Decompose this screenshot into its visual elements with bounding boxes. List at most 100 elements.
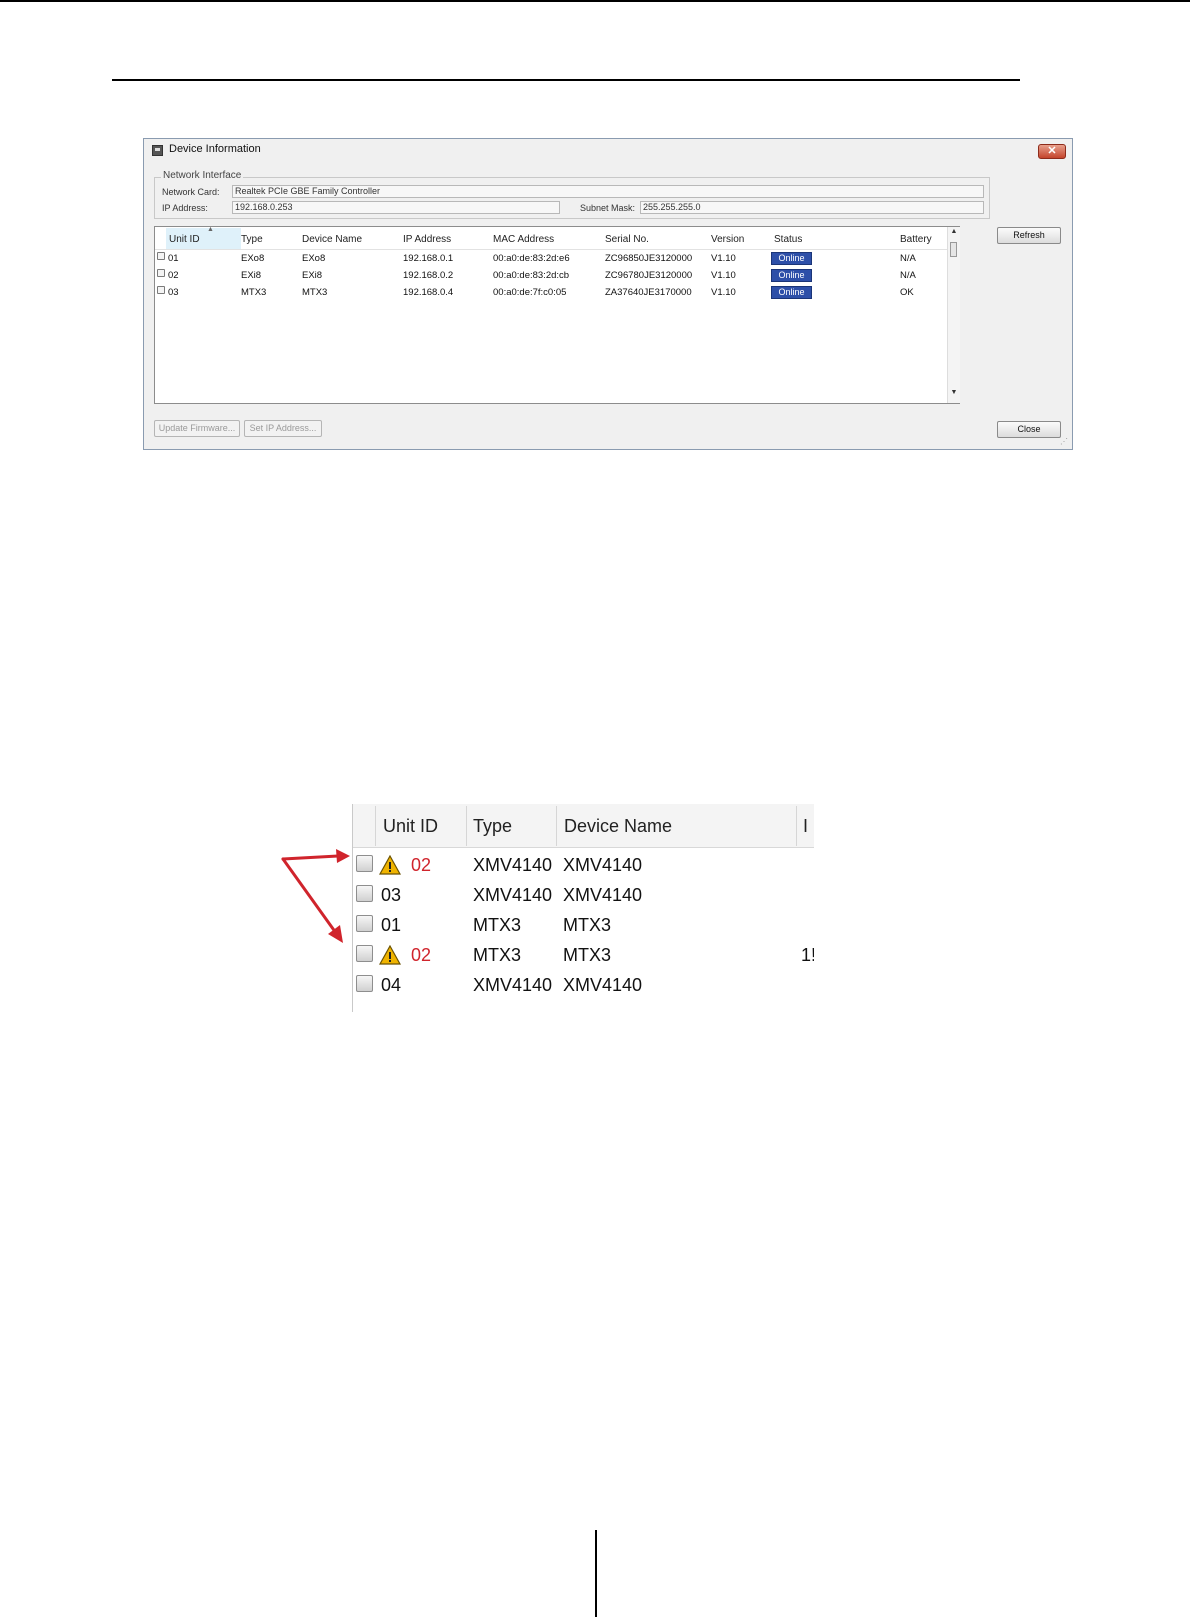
network-card-field: Realtek PCIe GBE Family Controller bbox=[232, 185, 984, 198]
page-top-rule bbox=[0, 0, 1190, 2]
status-badge: Online bbox=[771, 252, 812, 265]
cell-mac-address: 00:a0:de:83:2d:cb bbox=[493, 270, 570, 281]
cell-device-name: MTX3 bbox=[563, 915, 612, 935]
vertical-scrollbar[interactable]: ▲ ▼ bbox=[947, 227, 960, 403]
cell-device-name: MTX3 bbox=[563, 945, 612, 965]
cell-device-name: EXo8 bbox=[302, 253, 326, 264]
row-select-checkbox[interactable] bbox=[157, 252, 165, 260]
cell-type: MTX3 bbox=[473, 915, 522, 935]
cell-battery: N/A bbox=[900, 270, 916, 281]
cell-unit-id: 02 bbox=[168, 270, 179, 281]
table-row[interactable]: 03 MTX3 MTX3 192.168.0.4 00:a0:de:7f:c0:… bbox=[155, 285, 945, 301]
cell-version: V1.10 bbox=[711, 287, 736, 298]
subnet-mask-field: 255.255.255.0 bbox=[640, 201, 984, 214]
status-badge: Online bbox=[771, 269, 812, 282]
column-header-type[interactable]: Type bbox=[473, 816, 512, 837]
zoom-list-header: Unit ID Type Device Name I bbox=[353, 804, 814, 848]
app-window-icon bbox=[152, 145, 163, 156]
cell-unit-id: 01 bbox=[168, 253, 179, 264]
refresh-button[interactable]: Refresh bbox=[997, 227, 1061, 244]
cell-unit-id: 03 bbox=[168, 287, 179, 298]
cell-device-name: EXi8 bbox=[302, 270, 323, 281]
duplicate-id-callout-arrows bbox=[281, 849, 350, 943]
warning-icon bbox=[379, 855, 401, 875]
cell-type: XMV4140 bbox=[473, 975, 553, 995]
scroll-up-arrow-icon[interactable]: ▲ bbox=[948, 228, 960, 235]
row-select-checkbox[interactable] bbox=[356, 945, 373, 962]
list-item[interactable]: 02 MTX3 MTX3 1! bbox=[353, 940, 814, 970]
column-header-serial-no[interactable]: Serial No. bbox=[605, 234, 649, 245]
table-row[interactable]: 02 EXi8 EXi8 192.168.0.2 00:a0:de:83:2d:… bbox=[155, 268, 945, 284]
column-header-device-name[interactable]: Device Name bbox=[564, 816, 672, 837]
list-item[interactable]: 03 XMV4140 XMV4140 bbox=[353, 880, 814, 910]
subnet-mask-label: Subnet Mask: bbox=[580, 203, 636, 213]
cell-serial-no: ZA37640JE3170000 bbox=[605, 287, 692, 298]
set-ip-address-button[interactable]: Set IP Address... bbox=[244, 420, 322, 437]
cell-device-name: XMV4140 bbox=[563, 975, 643, 995]
sort-ascending-icon: ▲ bbox=[207, 226, 214, 233]
cell-serial-no: ZC96850JE3120000 bbox=[605, 253, 693, 264]
cell-type: XMV4140 bbox=[473, 885, 553, 905]
column-header-status[interactable]: Status bbox=[774, 234, 802, 245]
cell-battery: N/A bbox=[900, 253, 916, 264]
column-header-ip-partial[interactable]: I bbox=[803, 816, 808, 837]
column-header-type[interactable]: Type bbox=[241, 234, 263, 245]
resize-grip-icon[interactable]: ⋰ bbox=[1060, 437, 1068, 446]
list-item[interactable]: 01 MTX3 MTX3 bbox=[353, 910, 814, 940]
arrowhead-icon bbox=[328, 925, 343, 943]
cell-type: MTX3 bbox=[241, 287, 267, 298]
cell-device-name: XMV4140 bbox=[563, 855, 643, 875]
cell-type: EXi8 bbox=[241, 270, 262, 281]
column-divider bbox=[796, 806, 797, 846]
cell-unit-id: 03 bbox=[381, 885, 402, 905]
row-select-checkbox[interactable] bbox=[157, 286, 165, 294]
network-interface-legend: Network Interface bbox=[161, 170, 244, 181]
page-footer-divider bbox=[595, 1530, 597, 1617]
cell-unit-id-duplicate: 02 bbox=[411, 855, 432, 875]
device-information-window: Device Information ✕ Network Interface N… bbox=[143, 138, 1073, 450]
column-header-ip-address[interactable]: IP Address bbox=[403, 234, 451, 245]
close-button[interactable]: Close bbox=[997, 421, 1061, 438]
update-firmware-button[interactable]: Update Firmware... bbox=[154, 420, 240, 437]
column-divider bbox=[556, 806, 557, 846]
column-header-mac-address[interactable]: MAC Address bbox=[493, 234, 554, 245]
cell-ip-address: 192.168.0.4 bbox=[403, 287, 454, 298]
cell-unit-id-duplicate: 02 bbox=[411, 945, 432, 965]
column-divider bbox=[466, 806, 467, 846]
list-item[interactable]: 04 XMV4140 XMV4140 bbox=[353, 970, 814, 1000]
cell-battery: OK bbox=[900, 287, 914, 298]
column-header-battery[interactable]: Battery bbox=[900, 234, 932, 245]
header-divider bbox=[155, 249, 947, 250]
cell-ip-partial: 1! bbox=[801, 945, 814, 965]
scroll-down-arrow-icon[interactable]: ▼ bbox=[948, 389, 960, 396]
window-title: Device Information bbox=[169, 143, 261, 155]
network-card-label: Network Card: bbox=[162, 187, 220, 197]
table-row[interactable]: 01 EXo8 EXo8 192.168.0.1 00:a0:de:83:2d:… bbox=[155, 251, 945, 267]
column-header-unit-id[interactable]: Unit ID bbox=[169, 234, 200, 245]
cell-version: V1.10 bbox=[711, 253, 736, 264]
section-heading-rule bbox=[112, 79, 1020, 81]
row-select-checkbox[interactable] bbox=[157, 269, 165, 277]
row-select-checkbox[interactable] bbox=[356, 975, 373, 992]
column-header-device-name[interactable]: Device Name bbox=[302, 234, 362, 245]
cell-type: XMV4140 bbox=[473, 855, 553, 875]
cell-type: MTX3 bbox=[473, 945, 522, 965]
cell-unit-id: 04 bbox=[381, 975, 402, 995]
warning-icon bbox=[379, 945, 401, 965]
cell-ip-address: 192.168.0.2 bbox=[403, 270, 454, 281]
cell-ip-address: 192.168.0.1 bbox=[403, 253, 454, 264]
column-header-version[interactable]: Version bbox=[711, 234, 744, 245]
scrollbar-thumb[interactable] bbox=[950, 242, 957, 257]
window-close-button[interactable]: ✕ bbox=[1038, 144, 1066, 159]
cell-mac-address: 00:a0:de:83:2d:e6 bbox=[493, 253, 570, 264]
zoomed-device-list: Unit ID Type Device Name I 02 XMV4140 XM… bbox=[352, 804, 814, 1012]
title-bar[interactable]: Device Information ✕ bbox=[144, 139, 1072, 161]
list-item[interactable]: 02 XMV4140 XMV4140 bbox=[353, 850, 814, 880]
column-divider bbox=[375, 806, 376, 846]
column-header-unit-id[interactable]: Unit ID bbox=[383, 816, 438, 837]
device-list-table[interactable]: ▲ Unit ID Type Device Name IP Address MA… bbox=[154, 226, 960, 404]
cell-mac-address: 00:a0:de:7f:c0:05 bbox=[493, 287, 567, 298]
ip-address-field: 192.168.0.253 bbox=[232, 201, 560, 214]
cell-unit-id: 01 bbox=[381, 915, 402, 935]
cell-device-name: MTX3 bbox=[302, 287, 328, 298]
